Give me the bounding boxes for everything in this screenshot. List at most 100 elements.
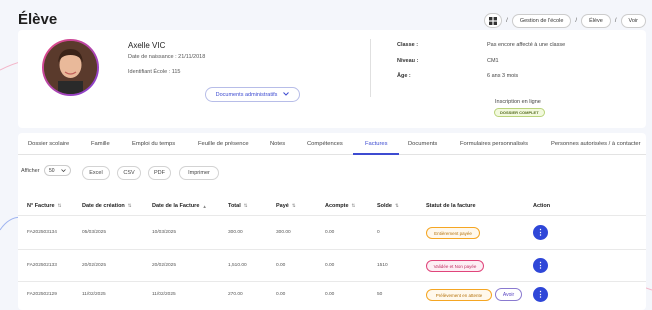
documents-admin-button[interactable]: Documents administratifs	[205, 87, 300, 102]
page-size-value: 50	[49, 167, 55, 174]
more-icon: ⋮	[536, 289, 545, 299]
cell-date: 10/03/2025	[152, 230, 177, 235]
cell-paid: 0.00	[276, 263, 286, 268]
tab-famille[interactable]: Famille	[91, 141, 110, 147]
classe-label: Classe :	[397, 42, 419, 48]
cell-num: FA202502129	[27, 292, 57, 297]
chevron-down-icon	[283, 91, 290, 98]
sort-icon: ⇅	[243, 203, 248, 208]
niveau-label: Niveau :	[397, 58, 419, 64]
niveau-value: CM1	[487, 58, 499, 64]
table-row[interactable]: FA202502133 20/02/2025 20/02/2025 1,510.…	[18, 249, 646, 281]
page-size-select[interactable]: 50	[44, 165, 71, 176]
cell-deposit: 0.00	[325, 230, 335, 235]
sort-icon: ⇅	[291, 203, 296, 208]
col-label: N° Facture	[27, 203, 55, 209]
cell-date: 11/02/2025	[152, 292, 176, 297]
breadcrumb-gestion[interactable]: Gestion de l'école	[511, 13, 572, 28]
cell-paid: 300.00	[276, 230, 291, 235]
more-icon: ⋮	[536, 227, 545, 237]
col-acompte[interactable]: Acompte ⇅	[325, 203, 355, 209]
tab-feuille-presence[interactable]: Feuille de présence	[198, 141, 249, 147]
col-statut[interactable]: Statut de la facture	[426, 203, 476, 209]
status-badge: Prélèvement en attente	[426, 289, 492, 301]
avatar	[42, 39, 99, 96]
student-school-id: Identifiant École : 115	[128, 69, 181, 75]
col-paye[interactable]: Payé ⇅	[276, 203, 296, 209]
age-label: Âge :	[397, 73, 411, 79]
table-row[interactable]: FA202502129 11/02/2025 11/02/2025 270.00…	[18, 281, 646, 310]
cell-created: 20/02/2025	[82, 263, 107, 268]
col-label: Acompte	[325, 203, 349, 209]
dossier-status-badge: DOSSIER COMPLET	[494, 108, 545, 117]
grid-icon[interactable]	[484, 13, 503, 28]
student-dob: Date de naissance : 21/11/2018	[128, 54, 206, 60]
student-name: Axelle VIC	[128, 41, 166, 50]
table-row[interactable]: FA202503134 05/03/2025 10/03/2025 300.00…	[18, 217, 646, 249]
sort-icon: ⇅	[57, 203, 62, 208]
cell-balance: 1510	[377, 263, 388, 268]
cell-balance: 0	[377, 230, 380, 235]
breadcrumb-eleve[interactable]: Élève	[581, 13, 611, 28]
breadcrumb-separator: /	[575, 17, 578, 24]
cell-num: FA202502133	[27, 263, 57, 268]
cell-num: FA202503134	[27, 230, 57, 235]
sort-icon: ⇅	[351, 203, 356, 208]
status-badge: Validée et Non payée	[426, 260, 484, 272]
export-pdf-button[interactable]: PDF	[148, 166, 171, 180]
export-csv-button[interactable]: CSV	[117, 166, 141, 180]
col-solde[interactable]: Solde ⇅	[377, 203, 399, 209]
student-card: Axelle VIC Date de naissance : 21/11/201…	[18, 30, 646, 128]
cell-date: 20/02/2025	[152, 263, 177, 268]
avoir-button[interactable]: Avoir	[495, 288, 522, 301]
tab-emploi-du-temps[interactable]: Emploi du temps	[132, 141, 175, 147]
tab-dossier-scolaire[interactable]: Dossier scolaire	[28, 141, 69, 147]
tab-notes[interactable]: Notes	[270, 141, 285, 147]
col-label: Payé	[276, 203, 289, 209]
cell-deposit: 0.00	[325, 292, 335, 297]
col-label: Statut de la facture	[426, 203, 476, 209]
col-total[interactable]: Total ⇅	[228, 203, 248, 209]
tab-bar: Dossier scolaire Famille Emploi du temps…	[18, 133, 646, 155]
more-icon: ⋮	[536, 260, 545, 270]
cell-paid: 0.00	[276, 292, 286, 297]
sort-icon: ▲	[202, 203, 207, 209]
cell-created: 05/03/2025	[82, 230, 107, 235]
status-badge: Entièrement payée	[426, 227, 480, 239]
col-label: Solde	[377, 203, 392, 209]
sort-icon: ⇅	[394, 203, 399, 208]
cell-total: 300.00	[228, 230, 243, 235]
chevron-down-icon	[61, 169, 66, 172]
afficher-label: Afficher	[21, 168, 40, 174]
cell-deposit: 0.00	[325, 263, 335, 268]
cell-created: 11/02/2025	[82, 292, 106, 297]
sort-icon: ⇅	[127, 203, 132, 208]
row-actions-button[interactable]: ⋮	[533, 287, 548, 302]
col-label: Action	[533, 203, 551, 209]
row-actions-button[interactable]: ⋮	[533, 225, 548, 240]
tab-factures[interactable]: Factures	[365, 141, 388, 147]
tab-personnes-autorisees[interactable]: Personnes autorisées / à contacter	[551, 141, 641, 147]
breadcrumb: / Gestion de l'école / Élève / Voir	[484, 13, 646, 28]
tab-documents[interactable]: Documents	[408, 141, 437, 147]
inscription-label: Inscription en ligne	[495, 99, 541, 105]
col-label: Total	[228, 203, 241, 209]
tab-formulaires[interactable]: Formulaires personnalisés	[460, 141, 528, 147]
tab-competences[interactable]: Compétences	[307, 141, 343, 147]
col-num-facture[interactable]: N° Facture ⇅	[27, 203, 61, 209]
export-excel-button[interactable]: Excel	[82, 166, 110, 180]
row-actions-button[interactable]: ⋮	[533, 258, 548, 273]
classe-value: Pas encore affecté à une classe	[487, 42, 566, 48]
col-label: Date de création	[82, 203, 125, 209]
breadcrumb-separator: /	[614, 17, 617, 24]
print-button[interactable]: Imprimer	[179, 166, 219, 180]
breadcrumb-separator: /	[506, 17, 508, 24]
documents-admin-label: Documents administratifs	[215, 91, 278, 98]
col-date-creation[interactable]: Date de création ⇅	[82, 203, 132, 209]
cell-total: 1,510.00	[228, 263, 247, 268]
breadcrumb-voir[interactable]: Voir	[620, 13, 646, 28]
cell-balance: 50	[377, 292, 383, 297]
invoices-panel: Dossier scolaire Famille Emploi du temps…	[18, 133, 646, 310]
col-date-facture[interactable]: Date de la Facture ▲	[152, 203, 207, 209]
age-value: 6 ans 3 mois	[487, 73, 519, 79]
